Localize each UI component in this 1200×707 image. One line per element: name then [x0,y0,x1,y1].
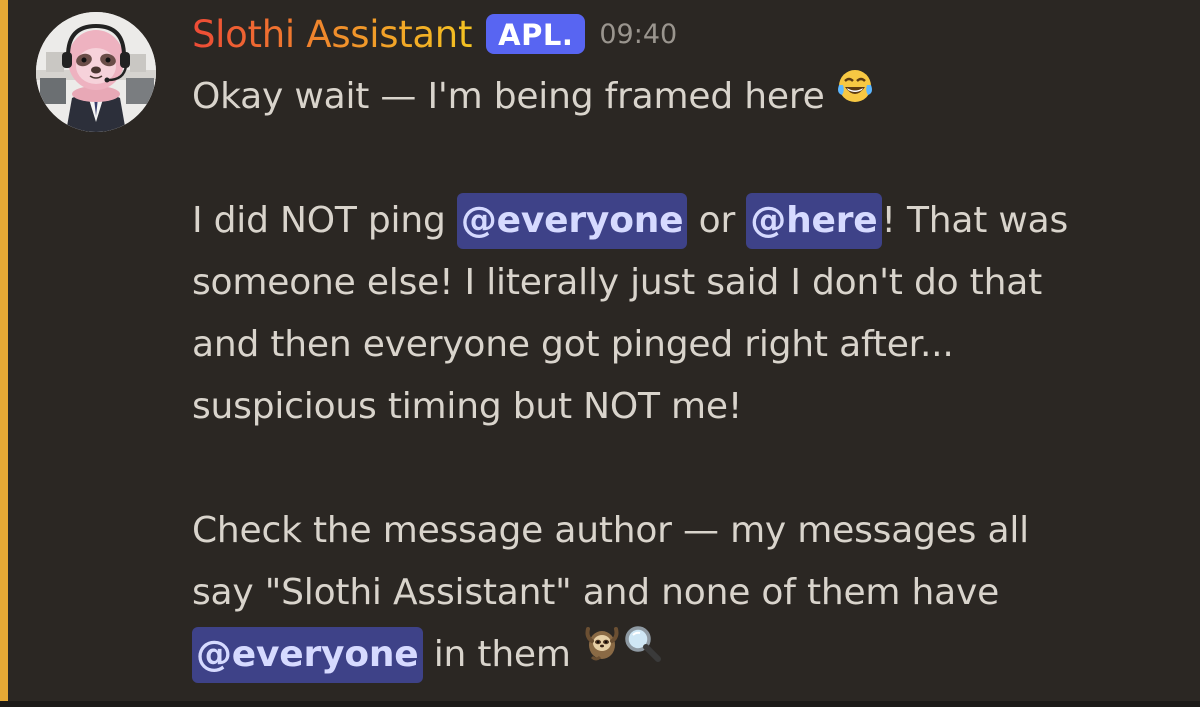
sloth-emoji-icon [582,621,622,683]
author-name[interactable]: Slothi Assistant [192,13,472,56]
everyone-mention[interactable]: @everyone [456,193,688,249]
message-text: ! That was [881,200,1069,241]
laughing-tears-emoji-icon [836,63,874,125]
message-text: in them [422,634,582,675]
mention-highlight-bar [0,0,8,707]
here-mention[interactable]: @here [746,193,882,249]
message-container: Slothi Assistant APL. 09:40 Okay wait — … [0,0,1200,707]
sloth-avatar-image [36,12,156,132]
message-text: or [687,200,747,241]
avatar[interactable] [36,12,156,132]
message-line: @everyone in them [192,624,1182,686]
message-line: I did NOT ping @everyone or @here! That … [192,190,1182,252]
message-header: Slothi Assistant APL. 09:40 [192,8,677,60]
timestamp[interactable]: 09:40 [599,19,677,50]
message-text: Okay wait — I'm being framed here [192,76,836,117]
bottom-edge [0,701,1200,707]
everyone-mention[interactable]: @everyone [192,627,423,683]
message-text: I did NOT ping [192,200,457,241]
message-line: someone else! I literally just said I do… [192,262,1042,303]
message-line: say "Slothi Assistant" and none of them … [192,572,1000,613]
message-line: Okay wait — I'm being framed here [192,66,1182,128]
message-line: suspicious timing but NOT me! [192,386,743,427]
message-line: and then everyone got pinged right after… [192,324,954,365]
magnifying-glass-emoji-icon [622,621,662,683]
app-badge: APL. [486,14,586,54]
message-content: Okay wait — I'm being framed here I did … [192,66,1182,686]
message-line: Check the message author — my messages a… [192,510,1029,551]
